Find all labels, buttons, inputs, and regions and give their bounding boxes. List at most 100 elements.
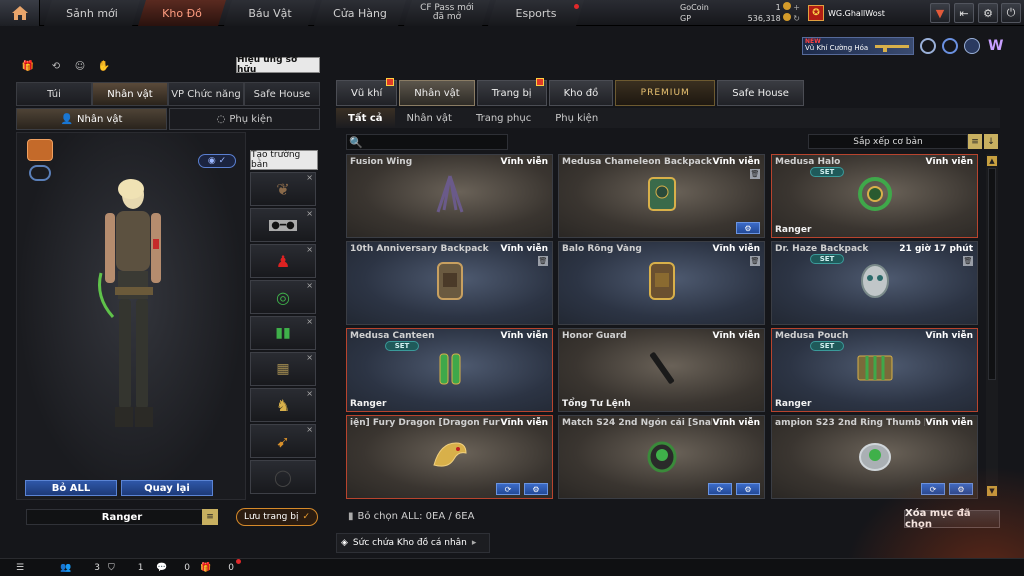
scroll-thumb[interactable] <box>988 168 996 380</box>
settings-button[interactable]: ⚙ <box>978 3 998 23</box>
class-emblem-icon[interactable] <box>27 139 53 161</box>
equip-slot[interactable]: × ❦ <box>250 172 316 206</box>
scroll-down-icon[interactable]: ▼ <box>987 486 997 496</box>
save-outfit-button[interactable]: Lưu trang bị ✓ <box>236 508 318 526</box>
subtab-costumes[interactable]: Trang phục <box>464 108 543 128</box>
sort-menu-button[interactable]: ≡ <box>968 134 982 149</box>
storage-capacity-button[interactable]: ◈ Sức chứa Kho đồ cá nhân ▸ <box>336 533 490 553</box>
close-icon[interactable]: × <box>306 173 313 182</box>
nav-tab-esports[interactable]: Esports <box>488 0 584 26</box>
tab-bag[interactable]: Túi <box>16 82 92 106</box>
item-card[interactable]: Honor Guard Vĩnh viễn Tổng Tư Lệnh <box>558 328 765 412</box>
search-input[interactable]: 🔍 <box>346 134 508 150</box>
character-preview[interactable]: Bỏ ALL Quay lại <box>16 132 246 500</box>
exit-button[interactable]: ⇤ <box>954 3 974 23</box>
close-icon[interactable]: × <box>306 389 313 398</box>
item-card[interactable]: Match S24 2nd Ngón cái [Snake] Vĩnh viễn… <box>558 415 765 499</box>
tab-safe-house[interactable]: Safe House <box>717 80 804 106</box>
settings-button[interactable]: ⚙ <box>524 483 548 495</box>
sort-direction-button[interactable]: ↓ <box>984 134 998 149</box>
item-card[interactable]: Balo Rồng Vàng Vĩnh viễn 🗑 <box>558 241 765 325</box>
emote-icon[interactable]: ☺ <box>72 58 88 74</box>
friends-button[interactable]: 👥 3 <box>60 561 100 575</box>
nav-tab-cf-pass[interactable]: CF Pass mới đã mở <box>404 0 490 26</box>
mask-icon[interactable] <box>29 165 51 181</box>
home-button[interactable] <box>0 0 40 26</box>
item-grid-scrollbar[interactable]: ▲ ▼ <box>986 154 998 498</box>
event-icon-4[interactable]: W <box>988 38 1006 54</box>
power-button[interactable]: ⏻ <box>1001 3 1021 23</box>
deselect-all[interactable]: ▮ Bỏ chọn ALL: 0EA / 6EA <box>348 511 474 522</box>
outfit-name-field[interactable]: Ranger <box>26 509 218 525</box>
event-icon-3[interactable] <box>964 38 980 54</box>
item-card[interactable]: iện] Fury Dragon [Dragon Fury] Vĩnh viễn… <box>346 415 553 499</box>
trash-icon[interactable]: 🗑 <box>750 256 760 266</box>
tab-weapons[interactable]: Vũ khí <box>336 78 398 106</box>
item-card[interactable]: Medusa Canteen Vĩnh viễn SET Ranger <box>346 328 553 412</box>
back-button[interactable]: Quay lại <box>121 480 213 496</box>
close-icon[interactable]: × <box>306 317 313 326</box>
chat-button[interactable]: 💬 0 <box>156 561 190 575</box>
equip-slot[interactable]: × ◎ <box>250 280 316 314</box>
subtab-character[interactable]: 👤 Nhân vật <box>16 108 167 130</box>
gift-icon[interactable]: 🎁 <box>20 58 36 74</box>
upgrade-button[interactable]: ⟳ <box>708 483 732 495</box>
trash-icon[interactable]: 🗑 <box>750 169 760 179</box>
settings-button[interactable]: ⚙ <box>736 483 760 495</box>
nav-tab-inventory[interactable]: Kho Đồ <box>138 0 226 26</box>
scroll-up-icon[interactable]: ▲ <box>987 156 997 166</box>
equip-slot[interactable]: × ▦ <box>250 352 316 386</box>
nav-tab-shop[interactable]: Cửa Hàng <box>314 0 406 26</box>
event-icon-2[interactable] <box>942 38 958 54</box>
equip-slot[interactable]: × ▮▮ <box>250 316 316 350</box>
clan-button[interactable]: ⛉ 1 <box>108 561 144 575</box>
tab-characters[interactable]: Nhân vật <box>399 80 475 106</box>
item-card[interactable]: Medusa Halo Vĩnh viễn SET Ranger <box>771 154 978 238</box>
owned-effect-button[interactable]: Hiệu ứng sở hữu <box>236 55 320 75</box>
nav-tab-treasure[interactable]: Báu Vật <box>224 0 316 26</box>
item-card[interactable]: ampion S23 2nd Ring Thumb [Snake] Vĩnh v… <box>771 415 978 499</box>
equip-slot[interactable]: × ♟ <box>250 244 316 278</box>
event-icon-1[interactable] <box>920 38 936 54</box>
equip-slot[interactable]: × ●━● <box>250 208 316 242</box>
equip-slot[interactable]: × ➹ <box>250 424 316 458</box>
gift-box-button[interactable]: 🎁 0 <box>200 561 234 575</box>
outfit-list-button[interactable]: ≡ <box>202 509 218 525</box>
item-card[interactable]: Dr. Haze Backpack 21 giờ 17 phút SET 🗑 <box>771 241 978 325</box>
create-outfit-button[interactable]: Tạo trường bản <box>250 150 318 170</box>
close-icon[interactable]: × <box>306 245 313 254</box>
remove-all-button[interactable]: Bỏ ALL <box>25 480 117 496</box>
tab-equipment[interactable]: Trang bị <box>476 78 547 106</box>
tab-safe-house[interactable]: Safe House <box>244 82 320 106</box>
subtab-accessories[interactable]: Phụ kiện <box>543 108 610 128</box>
refresh-icon[interactable]: ↻ <box>793 14 800 23</box>
equip-slot-empty[interactable]: ◯ <box>250 460 316 494</box>
rotate-icon[interactable]: ⟲ <box>48 58 64 74</box>
item-card[interactable]: Fusion Wing Vĩnh viễn <box>346 154 553 238</box>
equip-slot[interactable]: × ♞ <box>250 388 316 422</box>
delete-selected-button[interactable]: Xóa mục đã chọn <box>904 508 1000 530</box>
upgrade-button[interactable]: ⟳ <box>496 483 520 495</box>
trash-icon[interactable]: 🗑 <box>963 256 973 266</box>
item-card[interactable]: Medusa Pouch Vĩnh viễn SET Ranger <box>771 328 978 412</box>
clan-shield-button[interactable]: ▼ <box>930 3 950 23</box>
tab-functional-items[interactable]: VP Chức năng <box>168 82 244 106</box>
promo-banner[interactable]: NEW Vũ Khí Cường Hóa <box>802 37 914 55</box>
subtab-accessory[interactable]: ◌ Phụ kiện <box>169 108 320 130</box>
item-card[interactable]: 10th Anniversary Backpack Vĩnh viễn 🗑 <box>346 241 553 325</box>
visibility-toggle[interactable]: ◉ ✓ <box>198 154 236 168</box>
nav-tab-lobby[interactable]: Sảnh mới <box>44 0 140 26</box>
settings-button[interactable]: ⚙ <box>736 222 760 234</box>
subtab-all[interactable]: Tất cả <box>336 108 395 128</box>
tab-premium[interactable]: PREMIUM <box>615 80 716 106</box>
tab-storage[interactable]: Kho đồ <box>548 80 614 106</box>
settings-button[interactable]: ⚙ <box>949 483 973 495</box>
tab-character[interactable]: Nhân vật <box>92 82 168 106</box>
trash-icon[interactable]: 🗑 <box>538 256 548 266</box>
close-icon[interactable]: × <box>306 209 313 218</box>
add-coin-icon[interactable]: + <box>793 3 800 12</box>
user-profile[interactable]: ✪ WG.GhallWost <box>808 3 885 23</box>
close-icon[interactable]: × <box>306 353 313 362</box>
pet-icon[interactable]: ✋ <box>96 58 112 74</box>
close-icon[interactable]: × <box>306 425 313 434</box>
